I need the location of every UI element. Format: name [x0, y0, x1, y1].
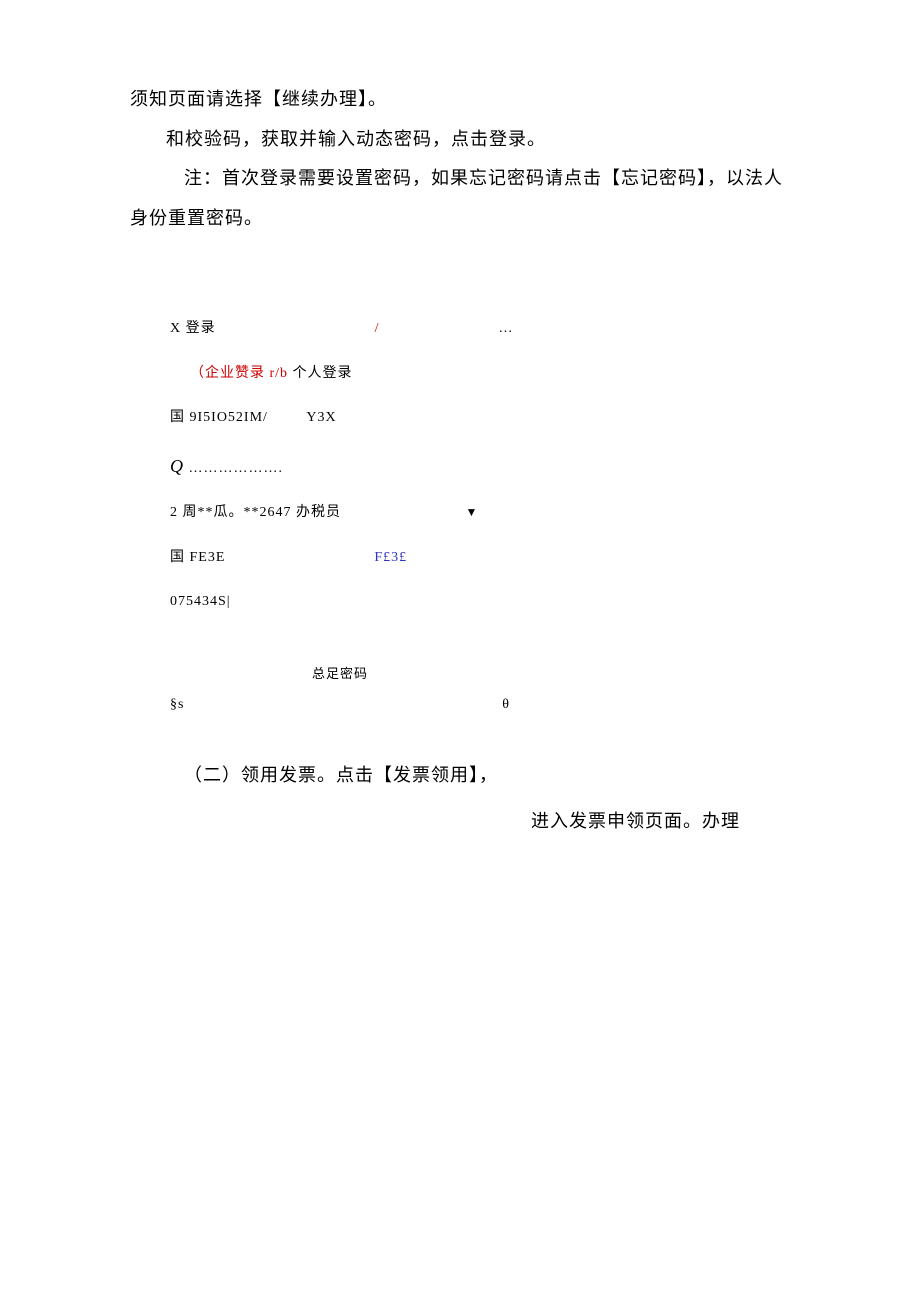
dynamic-code-value: 075434S|: [170, 594, 231, 609]
credit-code-suffix: Y3X: [306, 410, 336, 425]
credit-code-field[interactable]: 国 9I5IO52IM/ Y3X: [170, 407, 790, 429]
password-masked: ……………….: [189, 461, 284, 476]
forgot-password-link[interactable]: 总足密码: [170, 664, 510, 685]
user-select-field[interactable]: 2 周**瓜。**2647 办税员 ▼: [170, 502, 790, 524]
password-field[interactable]: Q ……………….: [170, 452, 790, 481]
captcha-icon-label: 国: [170, 550, 185, 565]
captcha-value: FE3E: [190, 550, 226, 565]
tab-personal-login[interactable]: 个人登录: [293, 366, 353, 381]
login-tabs: （企业赞录 r/b 个人登录: [190, 363, 790, 385]
paragraph-2: 和校验码，获取并输入动态密码，点击登录。: [130, 120, 790, 160]
login-form-screenshot: X 登录 / … （企业赞录 r/b 个人登录 国 9I5IO52IM/ Y3X…: [170, 318, 790, 716]
dynamic-code-field[interactable]: 075434S|: [170, 591, 790, 613]
password-icon: Q: [170, 456, 184, 476]
footer-right-symbol: θ: [502, 694, 510, 716]
paragraph-1: 须知页面请选择【继续办理】。: [130, 80, 790, 120]
section-two-line2: 进入发票申领页面。办理: [130, 803, 790, 839]
header-dots: …: [499, 321, 514, 336]
section-two-line1: （二）领用发票。点击【发票领用】，: [130, 757, 790, 793]
field-icon-label: 国: [170, 410, 185, 425]
captcha-image-text: F£3£: [374, 550, 407, 565]
slash-separator: /: [375, 321, 380, 336]
paragraph-3: 注：首次登录需要设置密码，如果忘记密码请点击【忘记密码】，以法人身份重置密码。: [130, 159, 790, 238]
credit-code-value: 9I5IO52IM/: [190, 410, 268, 425]
login-header-row: X 登录 / …: [170, 318, 790, 340]
tab-enterprise-suffix: r/b: [270, 366, 289, 381]
user-select-value: 2 周**瓜。**2647 办税员: [170, 505, 341, 520]
chevron-down-icon: ▼: [466, 503, 479, 522]
login-footer-row: §s θ: [170, 694, 510, 716]
footer-left-symbol: §s: [170, 694, 184, 716]
tab-enterprise-login[interactable]: （企业赞录 r/b: [190, 366, 293, 381]
login-title: X 登录: [170, 321, 216, 336]
tab-enterprise-text: （企业赞录: [190, 366, 265, 381]
captcha-field[interactable]: 国 FE3E F£3£: [170, 547, 790, 569]
document-page: 须知页面请选择【继续办理】。 和校验码，获取并输入动态密码，点击登录。 注：首次…: [0, 0, 920, 839]
